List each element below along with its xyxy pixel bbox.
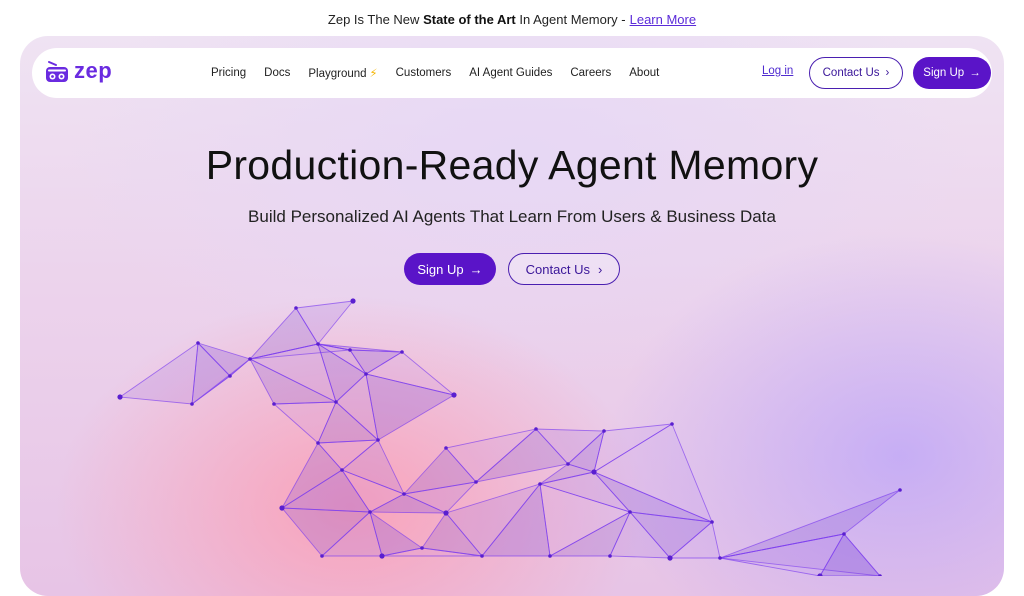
- mesh-node: [320, 554, 324, 558]
- mesh-node: [196, 341, 200, 345]
- mesh-node: [294, 306, 298, 310]
- nav-contact-button[interactable]: Contact Us ›: [809, 57, 903, 89]
- mesh-node: [480, 554, 484, 558]
- mesh-node: [670, 422, 674, 426]
- mesh-node: [368, 510, 372, 514]
- mesh-node: [272, 402, 276, 406]
- logo[interactable]: zep: [44, 58, 113, 85]
- hero-frame: zep Pricing Docs Playground ⚡ Customers A…: [20, 36, 1004, 596]
- mesh-node: [316, 342, 320, 346]
- mesh-node: [710, 520, 714, 524]
- mesh-node: [228, 374, 232, 378]
- mesh-node: [348, 348, 352, 352]
- hero-signup-button[interactable]: Sign Up →: [404, 253, 496, 285]
- chevron-right-icon: ›: [885, 67, 890, 79]
- nav-ai-agent-guides[interactable]: AI Agent Guides: [469, 67, 552, 79]
- mesh-node: [628, 510, 632, 514]
- nav-pricing[interactable]: Pricing: [211, 67, 246, 79]
- hero-title: Production-Ready Agent Memory: [205, 142, 819, 188]
- mesh-node: [420, 546, 424, 550]
- hero-signup-label: Sign Up: [417, 261, 464, 277]
- mesh-node: [538, 482, 542, 486]
- top-navbar: zep Pricing Docs Playground ⚡ Customers A…: [32, 48, 992, 98]
- mesh-node: [117, 394, 123, 400]
- arrow-right-icon: →: [469, 261, 483, 277]
- brand-name: zep: [74, 58, 113, 83]
- mesh-node: [190, 402, 194, 406]
- mesh-node: [334, 400, 338, 404]
- mesh-node: [451, 392, 457, 398]
- nav-playground[interactable]: Playground ⚡: [308, 66, 377, 80]
- announcement-suffix: In Agent Memory -: [519, 11, 626, 27]
- login-link[interactable]: Log in: [762, 65, 793, 77]
- mesh-node: [340, 468, 344, 472]
- announcement-bar: Zep Is The New State of the Art In Agent…: [0, 0, 1024, 38]
- mesh-node: [364, 372, 368, 376]
- nav-careers[interactable]: Careers: [570, 67, 611, 79]
- mesh-node: [350, 298, 356, 304]
- nav-links: Pricing Docs Playground ⚡ Customers AI Ag…: [211, 48, 659, 98]
- mesh-node: [591, 469, 597, 475]
- nav-about[interactable]: About: [629, 67, 659, 79]
- announcement-bold: State of the Art: [423, 11, 516, 27]
- mesh-node: [534, 427, 538, 431]
- network-mesh-graphic: [117, 298, 902, 576]
- nav-customers[interactable]: Customers: [396, 67, 452, 79]
- arrow-right-icon: →: [969, 67, 981, 79]
- announcement-prefix: Zep Is The New: [327, 11, 420, 27]
- mesh-node: [248, 357, 252, 361]
- mesh-node: [608, 554, 612, 558]
- nav-docs[interactable]: Docs: [264, 67, 290, 79]
- mesh-node: [548, 554, 552, 558]
- mesh-node: [400, 350, 404, 354]
- mesh-node: [376, 438, 380, 442]
- mesh-node: [279, 505, 285, 511]
- lightning-icon: ⚡: [369, 68, 378, 80]
- nav-contact-label: Contact Us: [822, 67, 880, 79]
- mesh-node: [718, 556, 722, 560]
- mesh-node: [316, 441, 320, 445]
- mesh-facet: [118, 342, 199, 405]
- mesh-node: [667, 555, 673, 561]
- mesh-node: [898, 488, 902, 492]
- learn-more-link[interactable]: Learn More: [630, 12, 696, 27]
- mesh-node: [566, 462, 570, 466]
- chevron-right-icon: ›: [597, 261, 603, 277]
- hero-contact-label: Contact Us: [525, 261, 590, 277]
- nav-signup-label: Sign Up: [923, 67, 965, 79]
- nav-playground-label: Playground: [308, 68, 367, 80]
- mesh-node: [379, 553, 385, 559]
- mesh-node: [842, 532, 846, 536]
- nav-signup-button[interactable]: Sign Up →: [913, 57, 991, 89]
- hero-subtitle: Build Personalized AI Agents That Learn …: [248, 207, 776, 226]
- robot-radio-icon: [46, 61, 68, 82]
- mesh-node: [444, 446, 448, 450]
- mesh-node: [402, 492, 406, 496]
- mesh-node: [602, 429, 606, 433]
- hero-contact-button[interactable]: Contact Us ›: [508, 253, 620, 285]
- mesh-node: [443, 510, 449, 516]
- mesh-node: [474, 480, 478, 484]
